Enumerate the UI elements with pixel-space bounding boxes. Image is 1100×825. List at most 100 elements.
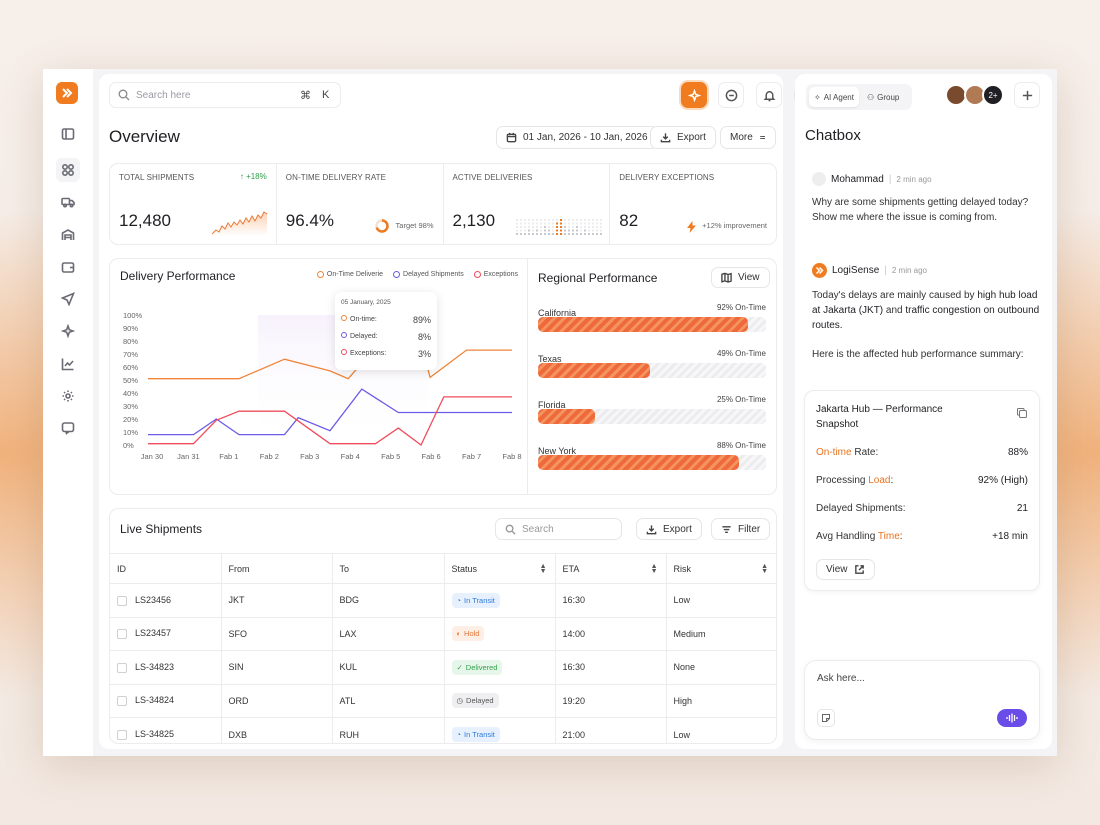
export-label: Export bbox=[677, 132, 706, 143]
chat-bubble-icon bbox=[725, 89, 737, 101]
add-participant-button[interactable] bbox=[1014, 82, 1040, 108]
cell-eta: 16:30 bbox=[555, 583, 667, 617]
bot-name: LogiSense bbox=[832, 265, 880, 276]
dot-mark bbox=[583, 222, 586, 225]
chat-button[interactable] bbox=[718, 82, 744, 108]
dot-mark bbox=[559, 222, 562, 225]
ask-input[interactable]: Ask here... bbox=[817, 673, 865, 684]
shipments-title: Live Shipments bbox=[120, 522, 203, 536]
dot-mark bbox=[599, 233, 602, 235]
legend-delayed[interactable]: Delayed Shipments bbox=[393, 271, 464, 278]
attach-button[interactable] bbox=[817, 709, 835, 727]
dot-mark bbox=[543, 226, 546, 228]
row-checkbox[interactable] bbox=[117, 629, 127, 640]
sidebar-item-send[interactable] bbox=[56, 287, 80, 311]
shipments-filter-button[interactable]: Filter bbox=[711, 518, 771, 540]
dot-mark bbox=[547, 233, 550, 235]
region-row[interactable]: California 92% On-Time bbox=[538, 303, 766, 332]
shipments-export-button[interactable]: Export bbox=[636, 518, 702, 540]
search-bar[interactable]: Search here ⌘ K bbox=[109, 82, 341, 108]
table-row[interactable]: LS-34824 ORD ATL ◷ Delayed 19:20 High bbox=[110, 683, 776, 718]
col-risk[interactable]: Risk ▲ ▼ bbox=[666, 553, 776, 584]
notifications-button[interactable] bbox=[756, 82, 782, 108]
dot-mark bbox=[591, 222, 594, 225]
region-row[interactable]: New York 88% On-Time bbox=[538, 441, 766, 470]
snapshot-view-button[interactable]: View bbox=[816, 559, 875, 580]
dot-mark bbox=[523, 229, 526, 232]
dot-mark bbox=[527, 233, 530, 235]
sidebar-item-wallet[interactable] bbox=[56, 255, 80, 279]
region-row[interactable]: Texas 49% On-Time bbox=[538, 349, 766, 378]
search-input[interactable]: Search here bbox=[136, 90, 190, 101]
bot-message-header: LogiSense | 2 min ago bbox=[812, 263, 927, 278]
sidebar-item-dashboard[interactable] bbox=[56, 158, 80, 182]
sidebar-item-messages[interactable] bbox=[56, 416, 80, 440]
dot-mark bbox=[527, 226, 530, 228]
table-row[interactable]: LS23456 JKT BDG ◔ In Transit 16:30 Low bbox=[110, 583, 776, 617]
table-header-row: ID From To Status ▲ ▼ ETA ▲ ▼ Risk ▲ ▼ bbox=[110, 553, 776, 584]
legend-on-time[interactable]: On-Time Deliverie bbox=[316, 271, 383, 278]
row-checkbox[interactable] bbox=[117, 729, 127, 740]
dot-mark bbox=[587, 229, 590, 232]
cell-eta: 21:00 bbox=[555, 717, 667, 743]
table-row[interactable]: LS-34823 SIN KUL ✓ Delivered 16:30 None bbox=[110, 650, 776, 684]
x-tick-label: Fab 8 bbox=[502, 452, 521, 461]
copy-icon[interactable] bbox=[1016, 407, 1028, 419]
region-bar-fill bbox=[538, 317, 748, 332]
regional-view-button[interactable]: View bbox=[711, 267, 770, 288]
sidebar-item-shipments[interactable] bbox=[56, 190, 80, 214]
voice-button[interactable] bbox=[997, 709, 1027, 727]
dot-mark bbox=[523, 233, 526, 235]
sidebar-toggle-icon[interactable] bbox=[56, 122, 80, 146]
sidebar-item-settings[interactable] bbox=[56, 384, 80, 408]
group-icon: ⚇ bbox=[866, 92, 875, 102]
delivery-line-chart: 100% 90% 80% 70% 60% 50% 40% 30% 20% 10% 0% Jan 30 J… bbox=[123, 311, 522, 461]
dot-mark bbox=[519, 219, 522, 221]
export-button[interactable]: Export bbox=[650, 126, 716, 149]
row-checkbox[interactable] bbox=[117, 696, 127, 707]
col-status[interactable]: Status ▲ ▼ bbox=[444, 553, 556, 584]
status-badge: ◷ Delayed bbox=[451, 693, 499, 709]
more-label: More bbox=[730, 132, 753, 143]
tab-group[interactable]: ⚇ Group bbox=[862, 87, 904, 107]
cell-id: LS-34825 bbox=[110, 717, 222, 743]
sparkle-icon: ✧ bbox=[814, 92, 821, 102]
legend-exceptions[interactable]: Exceptions bbox=[473, 271, 518, 278]
row-checkbox[interactable] bbox=[117, 595, 127, 606]
table-row[interactable]: LS-34825 DXB RUH ◔ In Transit 21:00 Low bbox=[110, 717, 776, 743]
more-participants-badge[interactable]: 2+ bbox=[982, 84, 1004, 106]
col-id[interactable]: ID bbox=[110, 553, 222, 584]
dot-mark bbox=[523, 226, 526, 228]
table-row[interactable]: LS23457 SFO LAX ◐ Hold 14:00 Medium bbox=[110, 616, 776, 651]
dot-mark bbox=[559, 233, 562, 235]
cell-to: KUL bbox=[332, 650, 445, 684]
row-checkbox[interactable] bbox=[117, 662, 127, 673]
cell-risk: Low bbox=[666, 583, 776, 617]
wallet-icon bbox=[61, 262, 75, 273]
ai-magic-button[interactable] bbox=[681, 82, 707, 108]
sidebar-item-ai[interactable] bbox=[56, 319, 80, 343]
more-button[interactable]: More bbox=[720, 126, 776, 149]
user-message-header: Mohammad | 2 min ago bbox=[812, 172, 932, 186]
sparkline bbox=[212, 211, 268, 236]
dot-mark bbox=[543, 219, 546, 221]
app-logo[interactable] bbox=[56, 82, 78, 104]
shipments-search-input[interactable]: Search bbox=[522, 524, 554, 535]
dot-mark bbox=[567, 219, 570, 221]
dot-mark bbox=[567, 222, 570, 225]
dot-mark bbox=[571, 229, 574, 232]
col-to[interactable]: To bbox=[332, 553, 445, 584]
kpi-label: TOTAL SHIPMENTS bbox=[119, 173, 195, 182]
shipments-search[interactable]: Search bbox=[495, 518, 622, 540]
dot-mark bbox=[523, 222, 526, 225]
col-eta[interactable]: ETA ▲ ▼ bbox=[555, 553, 667, 584]
region-row[interactable]: Florida 25% On-Time bbox=[538, 395, 766, 424]
sidebar-item-analytics[interactable] bbox=[56, 352, 80, 376]
tab-ai-agent[interactable]: ✧ AI Agent bbox=[809, 87, 859, 107]
download-icon bbox=[660, 133, 671, 143]
col-from[interactable]: From bbox=[221, 553, 333, 584]
cell-status: ◔ In Transit bbox=[444, 717, 556, 743]
dot-mark bbox=[579, 219, 582, 221]
date-range-picker[interactable]: 01 Jan, 2026 - 10 Jan, 2026 bbox=[496, 126, 658, 149]
sidebar-item-warehouse[interactable] bbox=[56, 223, 80, 247]
